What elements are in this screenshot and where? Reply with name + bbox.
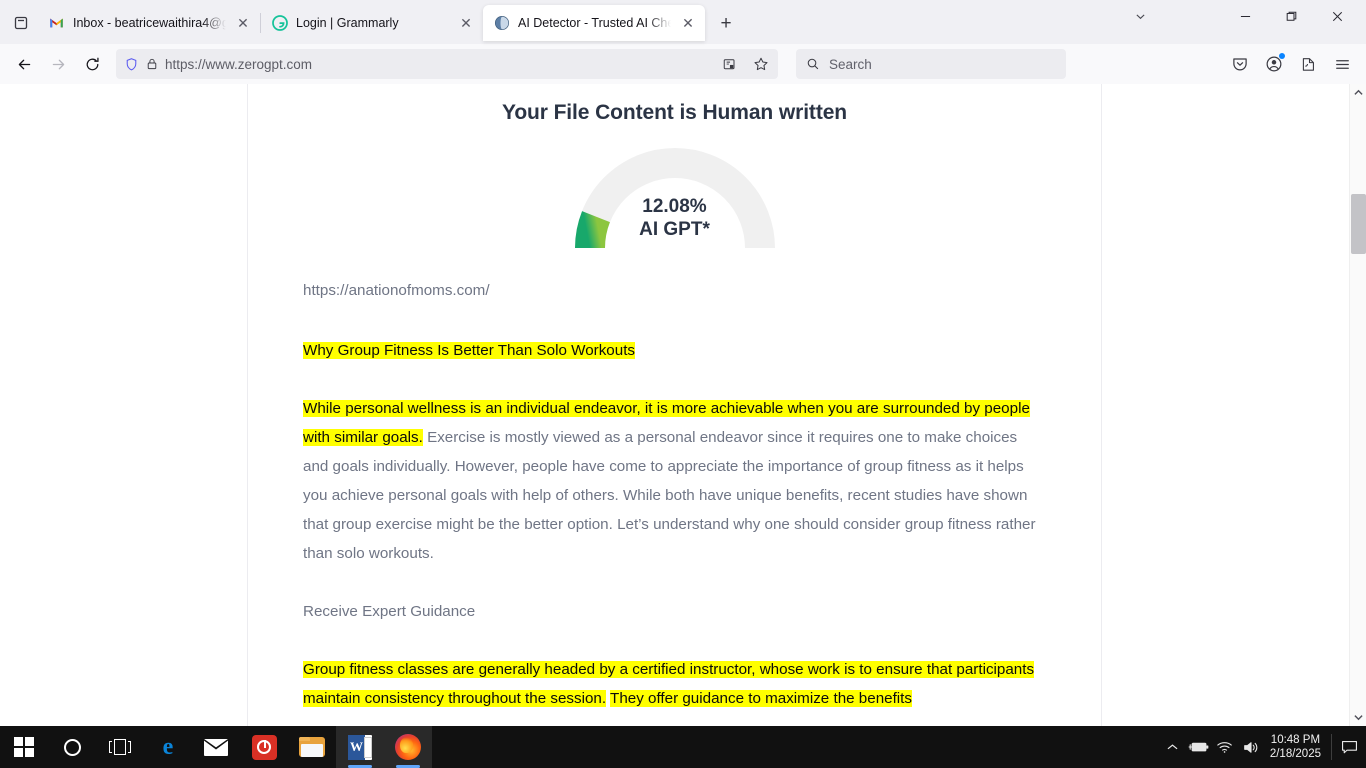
scrollbar-thumb[interactable] (1351, 194, 1366, 254)
taskbar-clock[interactable]: 10:48 PM 2/18/2025 (1264, 726, 1331, 768)
notification-center-icon[interactable] (1332, 726, 1366, 768)
search-icon (806, 57, 820, 71)
back-button[interactable] (8, 48, 40, 80)
start-button[interactable] (0, 726, 48, 768)
mail-icon (204, 738, 228, 756)
navigation-toolbar: https://www.zerogpt.com Search (0, 44, 1366, 84)
toolbar-right-actions (1224, 48, 1358, 80)
word-icon: W (348, 734, 372, 760)
intro-paragraph: While personal wellness is an individual… (303, 394, 1046, 568)
gauge-arc: 12.08% AI GPT* (574, 143, 775, 253)
result-title: Your File Content is Human written (501, 101, 848, 124)
new-tab-button[interactable]: + (709, 7, 743, 41)
highlighted-text: Why Group Fitness Is Better Than Solo Wo… (303, 342, 636, 359)
reader-view-icon[interactable] (716, 51, 742, 77)
windows-taskbar: e W 10:48 PM 2/18/2025 (0, 726, 1366, 768)
ai-score-gauge: 12.08% AI GPT* (248, 143, 1101, 265)
tab-ai-detector[interactable]: AI Detector - Trusted AI Checker ✕ (483, 5, 705, 41)
page-viewport: Your File Content is Human written 12.08… (0, 84, 1366, 726)
word-button[interactable]: W (336, 726, 384, 768)
plain-text: Exercise is mostly viewed as a personal … (303, 429, 1036, 562)
maximize-button[interactable] (1268, 0, 1314, 32)
web-page: Your File Content is Human written 12.08… (0, 84, 1349, 726)
task-view-icon (109, 739, 131, 755)
search-bar[interactable]: Search (796, 49, 1066, 79)
hamburger-menu-icon[interactable] (1326, 48, 1358, 80)
reload-button[interactable] (76, 48, 108, 80)
edge-button[interactable]: e (144, 726, 192, 768)
gauge-label-group: 12.08% AI GPT* (575, 195, 775, 241)
tab-title: Inbox - beatricewaithira4@gmail.com (73, 16, 226, 30)
padlock-icon[interactable] (145, 57, 159, 71)
red-power-icon (251, 734, 277, 760)
windows-start-icon (13, 736, 35, 758)
battery-charging-icon[interactable] (1186, 726, 1212, 768)
address-bar[interactable]: https://www.zerogpt.com (116, 49, 778, 79)
tab-gmail[interactable]: Inbox - beatricewaithira4@gmail.com ✕ (38, 5, 260, 41)
extensions-icon[interactable] (1292, 48, 1324, 80)
result-content-panel: Your File Content is Human written 12.08… (247, 84, 1102, 726)
file-explorer-button[interactable] (288, 726, 336, 768)
scroll-up-icon[interactable] (1350, 84, 1366, 101)
grammarly-icon (271, 15, 288, 32)
tab-grammarly[interactable]: Login | Grammarly ✕ (261, 5, 483, 41)
heading-line: Why Group Fitness Is Better Than Solo Wo… (303, 336, 1046, 365)
tab-strip: Inbox - beatricewaithira4@gmail.com ✕ Lo… (0, 0, 1366, 44)
tab-title: AI Detector - Trusted AI Checker (518, 16, 671, 30)
analyzed-document: https://anationofmoms.com/ Why Group Fit… (303, 276, 1046, 726)
url-text[interactable]: https://www.zerogpt.com (165, 57, 710, 72)
tab-title: Login | Grammarly (296, 16, 399, 30)
firefox-icon (395, 734, 421, 760)
tray-overflow-icon[interactable] (1160, 726, 1186, 768)
plain-text: Receive Expert Guidance (303, 603, 476, 620)
edge-icon: e (162, 734, 174, 760)
shield-icon[interactable] (124, 57, 139, 72)
minimize-button[interactable] (1222, 0, 1268, 32)
wifi-icon[interactable] (1212, 726, 1238, 768)
mail-button[interactable] (192, 726, 240, 768)
gauge-metric: AI GPT* (639, 219, 710, 241)
close-window-button[interactable] (1314, 0, 1360, 32)
gmail-icon (48, 15, 65, 32)
folder-icon (299, 737, 325, 757)
pocket-save-icon[interactable] (1224, 48, 1256, 80)
gauge-percent: 12.08% (642, 196, 707, 217)
search-circle-icon (63, 738, 81, 756)
forward-button[interactable] (42, 48, 74, 80)
subheading-line: Receive Expert Guidance (303, 597, 1046, 626)
scroll-down-icon[interactable] (1350, 709, 1366, 726)
power-app-button[interactable] (240, 726, 288, 768)
tab-close-icon[interactable]: ✕ (679, 14, 697, 32)
source-url-line: https://anationofmoms.com/ (303, 282, 490, 299)
firefox-button[interactable] (384, 726, 432, 768)
system-tray: 10:48 PM 2/18/2025 (1160, 726, 1366, 768)
guidance-paragraph: Group fitness classes are generally head… (303, 655, 1046, 713)
tab-list-icon[interactable] (4, 6, 38, 40)
star-bookmark-icon[interactable] (748, 51, 774, 77)
clock-date: 2/18/2025 (1269, 748, 1321, 760)
search-input[interactable]: Search (829, 57, 872, 72)
search-button[interactable] (48, 726, 96, 768)
account-avatar-icon[interactable] (1258, 48, 1290, 80)
globe-icon (493, 15, 510, 32)
account-badge (1279, 53, 1285, 59)
window-controls (1120, 0, 1360, 44)
tab-close-icon[interactable]: ✕ (457, 14, 475, 32)
volume-icon[interactable] (1238, 726, 1264, 768)
tab-close-icon[interactable]: ✕ (234, 14, 252, 32)
task-view-button[interactable] (96, 726, 144, 768)
highlighted-text: They offer guidance to maximize the bene… (610, 690, 912, 707)
page-scrollbar[interactable] (1349, 84, 1366, 726)
clock-time: 10:48 PM (1270, 734, 1321, 746)
chevron-down-icon[interactable] (1120, 0, 1160, 32)
browser-window: Inbox - beatricewaithira4@gmail.com ✕ Lo… (0, 0, 1366, 726)
